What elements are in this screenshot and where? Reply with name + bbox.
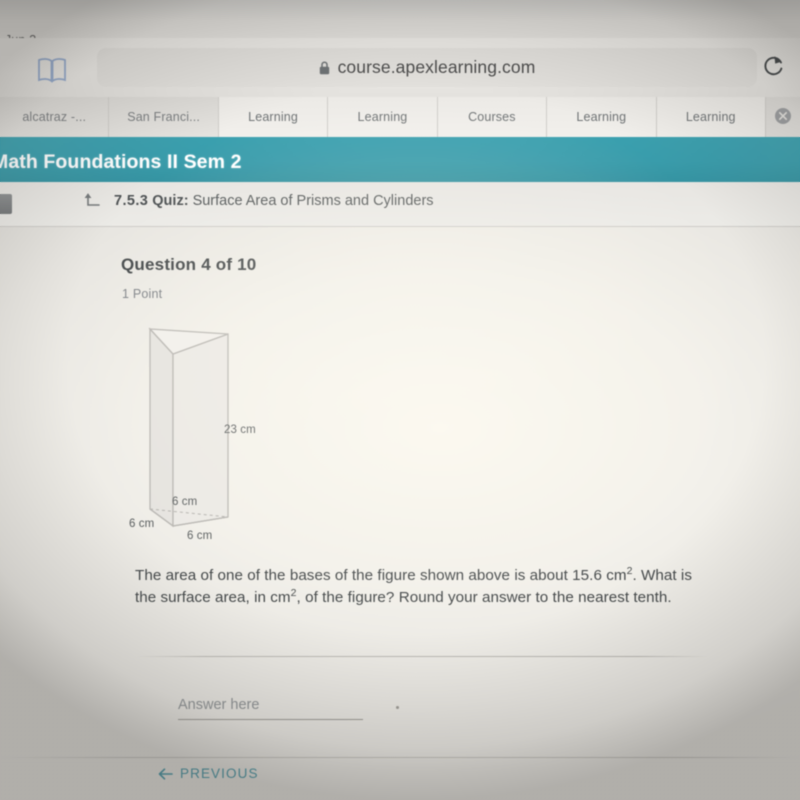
quiz-content-area [0, 227, 800, 800]
tab-label: Learning [248, 110, 298, 124]
browser-tab[interactable]: Learning [328, 97, 438, 137]
close-circle-icon [774, 107, 792, 128]
url-text: course.apexlearning.com [337, 57, 536, 77]
breadcrumb-kind: Quiz: [152, 193, 189, 209]
address-bar[interactable]: course.apexlearning.com [97, 48, 757, 87]
tab-close-button[interactable] [765, 97, 800, 137]
figure-base-label-top: 6 cm [172, 496, 198, 508]
content-divider [136, 656, 708, 657]
question-heading: Question 4 of 10 [121, 255, 257, 274]
question-points: 1 Point [122, 287, 163, 301]
figure-base-label-left: 6 cm [129, 518, 155, 530]
tab-label: Learning [685, 110, 736, 124]
browser-tab[interactable]: San Franci... [109, 97, 219, 137]
browser-tab[interactable]: alcatraz -... [0, 97, 110, 137]
breadcrumb-code: 7.5.3 [114, 193, 149, 209]
browser-tab[interactable]: Learning [656, 97, 766, 137]
bookmarks-book-icon[interactable] [37, 57, 67, 83]
question-text-line1a: The area of one of the bases of the figu… [135, 567, 627, 584]
tab-label: alcatraz -... [22, 110, 87, 124]
browser-tab[interactable]: Courses [437, 97, 548, 137]
browser-tab[interactable]: Learning [547, 97, 657, 137]
tab-strip: alcatraz -... San Franci... Learning Lea… [0, 97, 800, 137]
figure-base-label-bottom: 6 cm [187, 530, 213, 542]
reload-icon[interactable] [762, 53, 784, 77]
lock-icon [319, 60, 330, 75]
triangular-prism-figure: 23 cm 6 cm 6 cm 6 cm [125, 312, 325, 557]
question-text-line1b: . [632, 567, 637, 584]
question-text-line3: nearest tenth. [578, 588, 672, 606]
answer-input[interactable] [178, 694, 363, 720]
ipad-safari-screenshot: n Jun 3 course.apexlearning.com alcatraz… [0, 0, 800, 800]
ios-status-bar [0, 0, 800, 38]
course-title: Math Foundations II Sem 2 [0, 151, 242, 173]
footer-divider [0, 757, 800, 758]
figure-height-label: 23 cm [224, 424, 256, 436]
up-level-arrow-icon[interactable] [83, 191, 103, 211]
breadcrumb-topic: Surface Area of Prisms and Cylinders [192, 193, 434, 209]
question-text: The area of one of the bases of the figu… [135, 565, 697, 608]
sidebar-toggle-icon[interactable] [0, 194, 12, 214]
tab-label: San Franci... [127, 110, 201, 124]
breadcrumb[interactable]: 7.5.3 Quiz: Surface Area of Prisms and C… [114, 193, 434, 209]
tab-label: Learning [357, 110, 408, 124]
previous-button[interactable]: PREVIOUS [158, 766, 259, 781]
tab-label: Courses [468, 110, 516, 124]
tab-label: Learning [576, 110, 627, 124]
arrow-left-icon [158, 767, 173, 781]
stray-speck [396, 706, 399, 709]
browser-tab[interactable]: Learning [218, 97, 329, 137]
previous-button-label: PREVIOUS [180, 766, 259, 781]
question-text-line2b: , of the figure? Round your answer to th… [296, 588, 574, 606]
answer-field-wrapper [178, 694, 363, 720]
